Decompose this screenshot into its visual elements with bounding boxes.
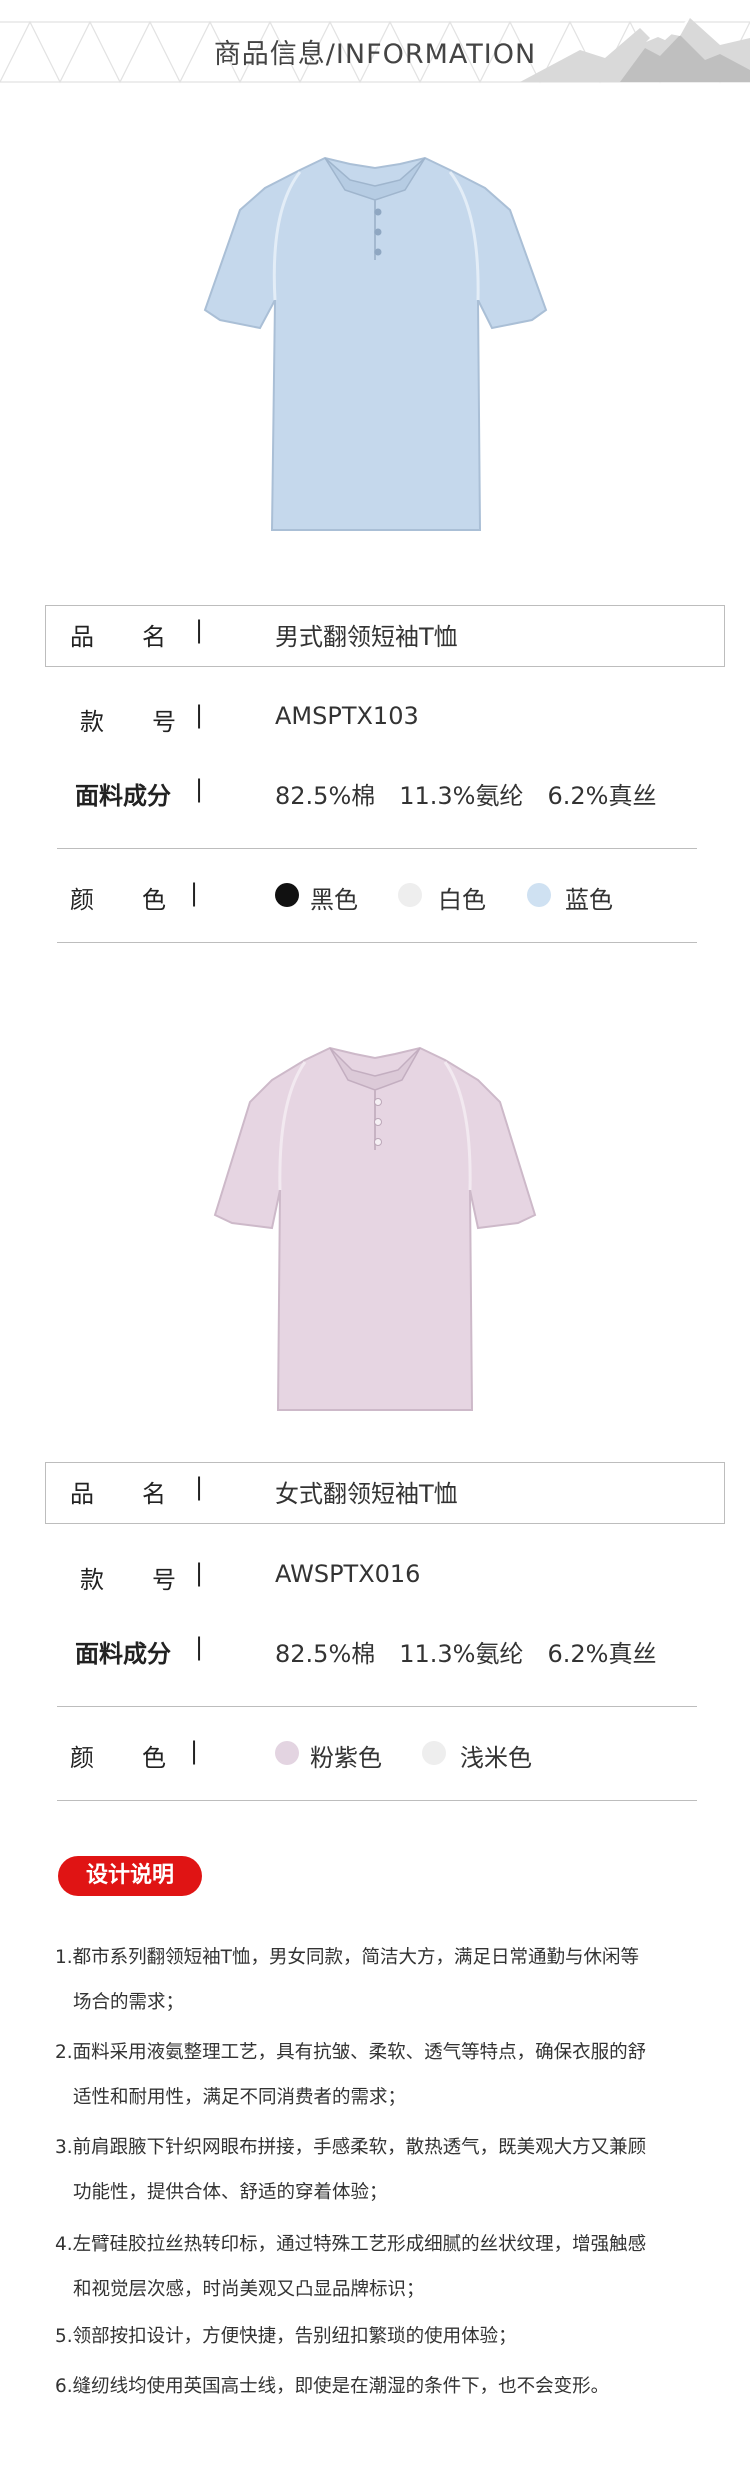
header-banner: 商品信息/INFORMATION [0,0,750,92]
design-note: 5.领部按扣设计，方便快捷，告别纽扣繁琐的使用体验； [55,2326,517,2347]
name-label: 品 名 [70,1480,166,1508]
separator: | [195,1633,204,1661]
color-swatch-light-beige [422,1741,446,1765]
design-note: 4.左臂硅胶拉丝热转印标，通过特殊工艺形成细腻的丝状纹理，增强触感 和视觉层次感… [55,2234,647,2300]
pink-polo-shirt-image [180,1040,570,1440]
separator: | [195,701,204,729]
color-name: 粉紫色 [310,1744,382,1772]
product-name: 男式翻领短袖T恤 [275,623,458,651]
product-code: AWSPTX016 [275,1560,421,1588]
divider [57,1800,697,1801]
product-code: AMSPTX103 [275,702,419,730]
color-name: 黑色 [310,886,358,914]
color-name: 蓝色 [565,886,613,914]
design-note: 1.都市系列翻领短袖T恤，男女同款，简洁大方，满足日常通勤与休闲等 场合的需求； [55,1947,639,2013]
color-swatch-white [398,883,422,907]
color-swatch-blue [527,883,551,907]
blue-polo-shirt-image [180,150,570,550]
separator: | [190,1737,199,1765]
separator: | [195,775,204,803]
section-title: 商品信息/INFORMATION [213,39,537,70]
color-swatch-black [275,883,299,907]
divider [57,848,697,849]
design-note: 2.面料采用液氨整理工艺，具有抗皱、柔软、透气等特点，确保衣服的舒 适性和耐用性… [55,2042,647,2108]
fabric-composition: 82.5%棉 11.3%氨纶 6.2%真丝 [275,1640,657,1668]
fabric-composition: 82.5%棉 11.3%氨纶 6.2%真丝 [275,782,657,810]
divider [57,1706,697,1707]
design-note: 3.前肩跟腋下针织网眼布拼接，手感柔软，散热透气，既美观大方又兼顾 功能性，提供… [55,2137,647,2203]
separator: | [195,1559,204,1587]
color-name: 浅米色 [460,1744,532,1772]
fabric-label: 面料成分 [75,782,171,810]
color-name: 白色 [438,886,486,914]
divider [57,942,697,943]
color-label: 颜 色 [70,886,166,914]
design-notes-badge: 设计说明 [58,1856,202,1896]
separator: | [195,616,204,644]
separator: | [195,1473,204,1501]
code-label: 款 号 [80,708,176,736]
code-label: 款 号 [80,1566,176,1594]
design-note: 6.缝纫线均使用英国高士线，即使是在潮湿的条件下，也不会变形。 [55,2376,610,2397]
name-label: 品 名 [70,623,166,651]
color-label: 颜 色 [70,1744,166,1772]
product-name: 女式翻领短袖T恤 [275,1480,458,1508]
separator: | [190,879,199,907]
fabric-label: 面料成分 [75,1640,171,1668]
color-swatch-pink-purple [275,1741,299,1765]
